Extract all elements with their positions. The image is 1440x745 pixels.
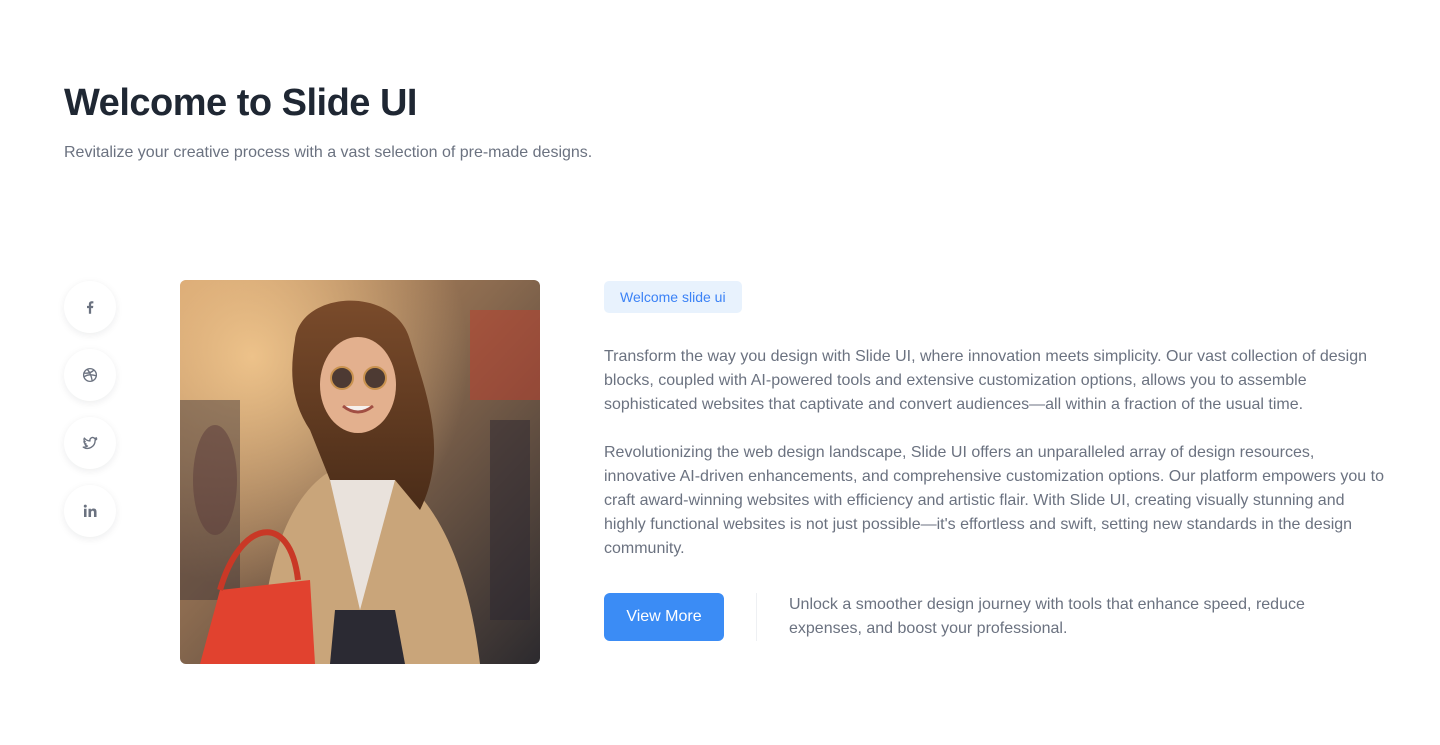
cta-text: Unlock a smoother design journey with to…: [789, 596, 1305, 637]
linkedin-button[interactable]: [64, 485, 116, 537]
intro-paragraph: Transform the way you design with Slide …: [604, 348, 1367, 413]
page-subtitle: Revitalize your creative process with a …: [64, 144, 593, 161]
cta-divider: [756, 593, 757, 641]
content-section: Welcome slide ui Transform the way you d…: [604, 280, 1384, 641]
cta-row: View More Unlock a smoother design journ…: [604, 593, 1384, 641]
detail-paragraph: Revolutionizing the web design landscape…: [604, 444, 1384, 557]
view-more-button[interactable]: View More: [604, 593, 724, 641]
page-title: Welcome to Slide UI: [64, 82, 417, 124]
dribbble-icon: [82, 367, 98, 383]
social-links: [64, 281, 116, 537]
welcome-badge: Welcome slide ui: [604, 281, 742, 313]
dribbble-button[interactable]: [64, 349, 116, 401]
linkedin-icon: [83, 504, 97, 517]
twitter-button[interactable]: [64, 417, 116, 469]
facebook-button[interactable]: [64, 281, 116, 333]
twitter-icon: [82, 436, 98, 449]
hero-image: [180, 280, 540, 664]
facebook-icon: [87, 301, 94, 314]
